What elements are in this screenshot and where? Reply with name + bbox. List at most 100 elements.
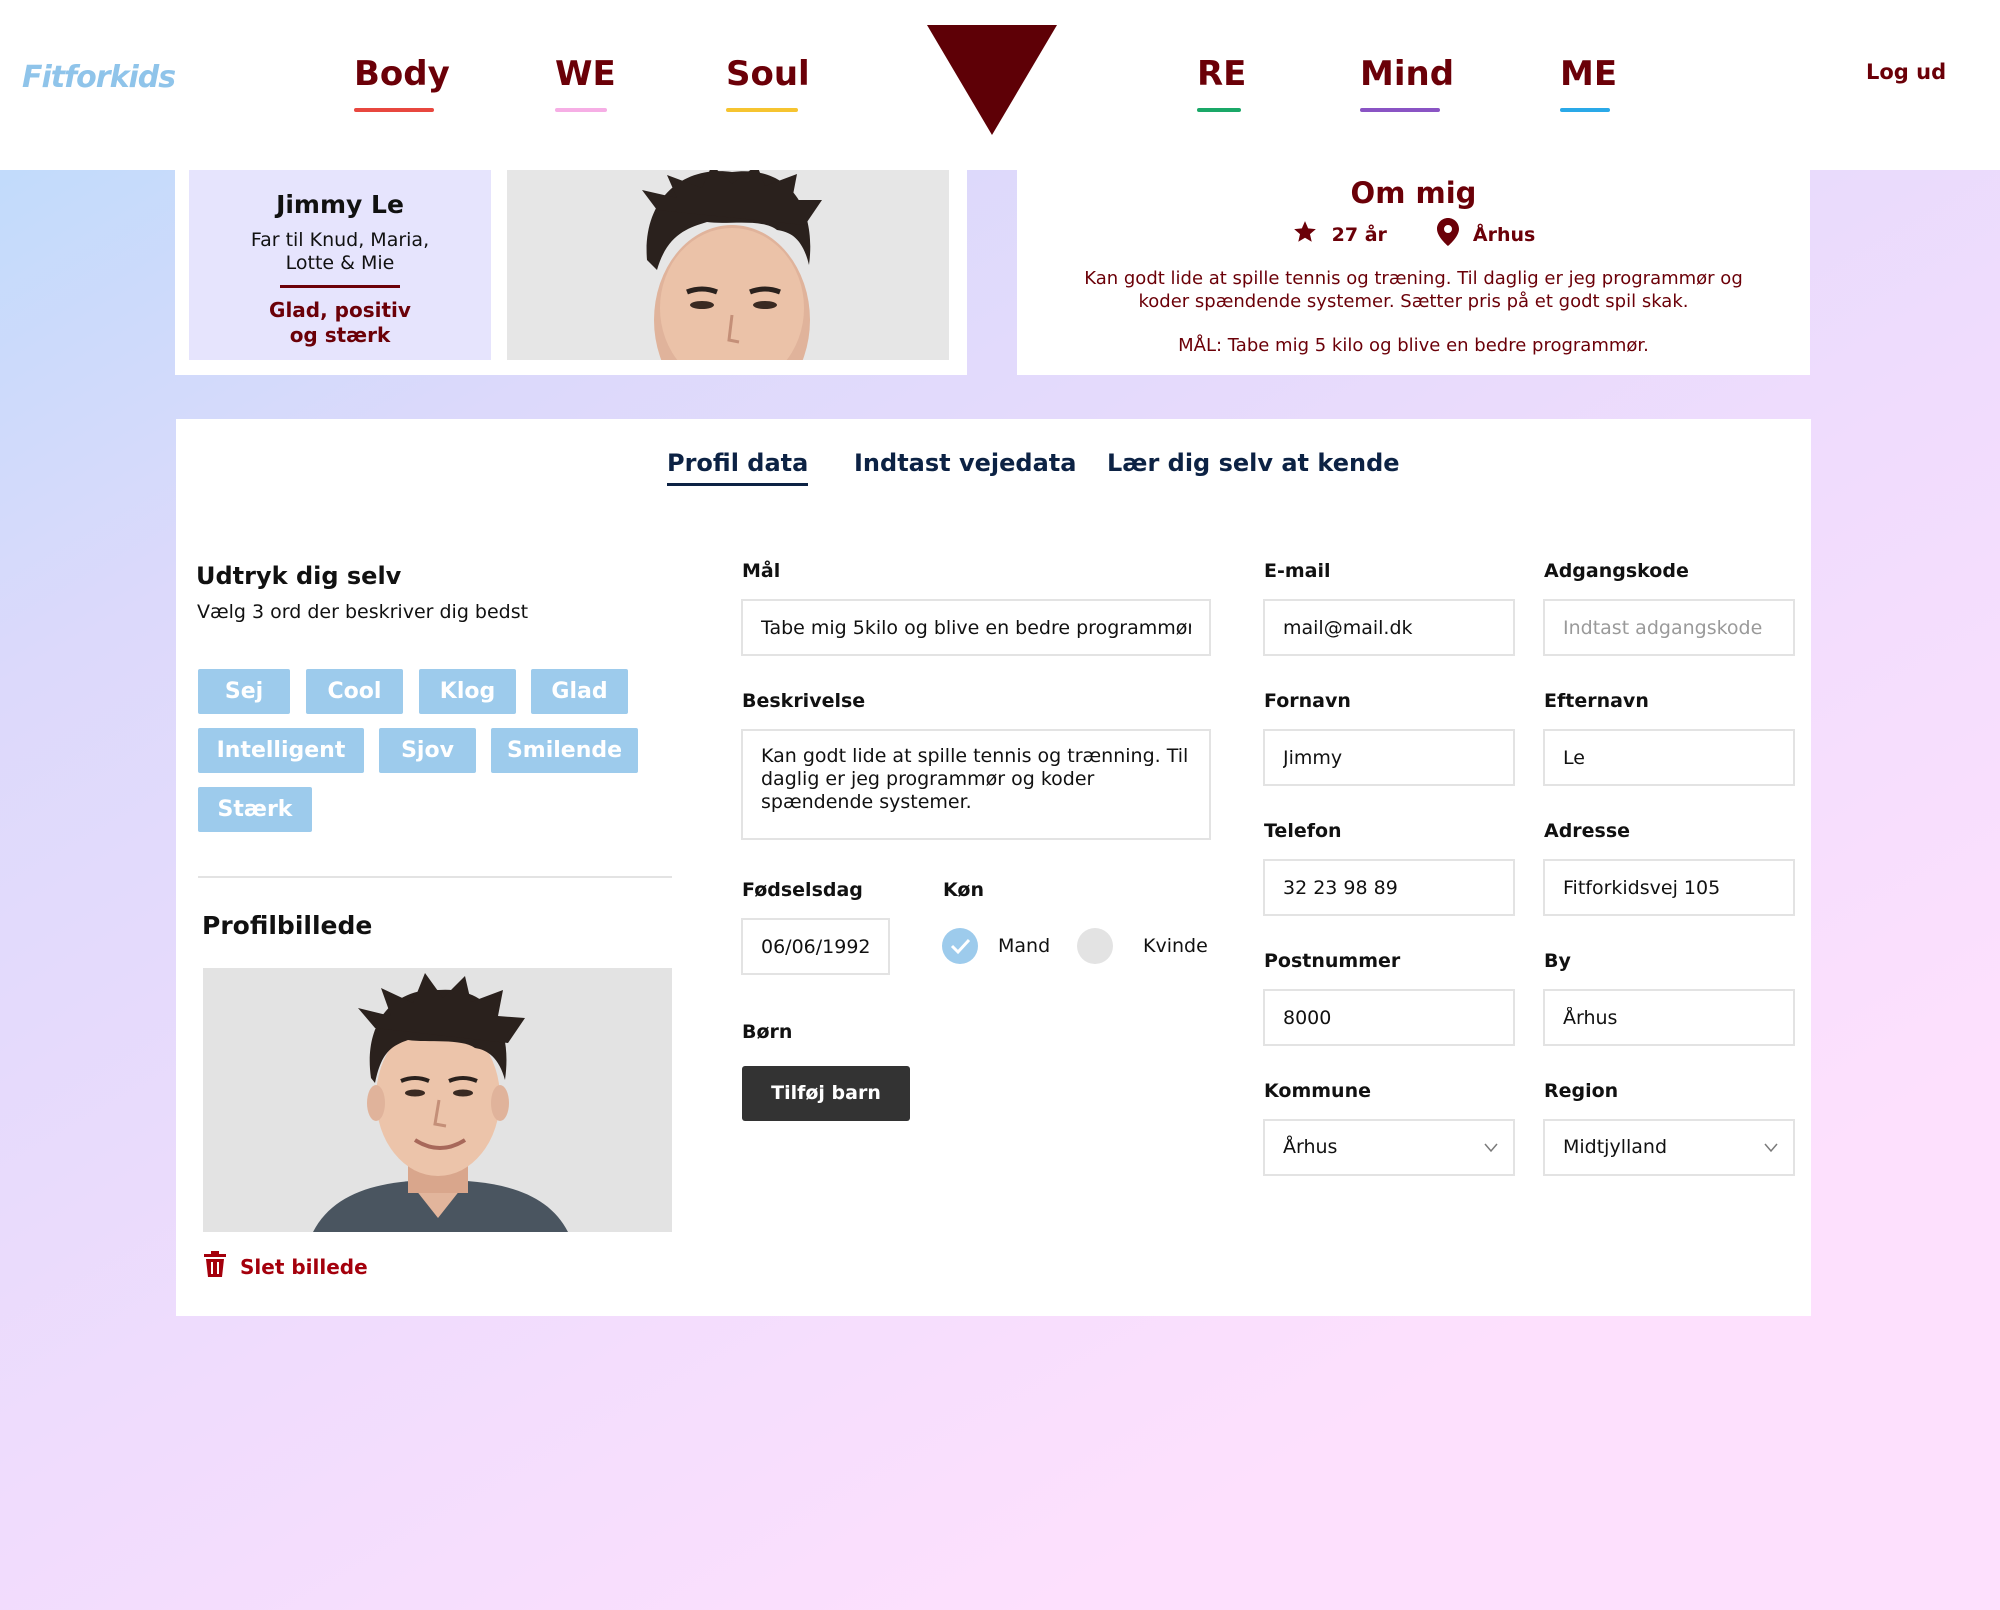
chip-cool[interactable]: Cool: [306, 669, 403, 714]
nav-label: RE: [1197, 54, 1247, 94]
firstname-input[interactable]: [1263, 729, 1515, 786]
center-triangle-logo[interactable]: [927, 25, 1057, 135]
checkmark-icon: [950, 938, 971, 955]
radio-checked[interactable]: [942, 928, 978, 964]
region-select[interactable]: Midtjylland: [1543, 1119, 1795, 1176]
nav-item-re[interactable]: RE: [1197, 52, 1247, 112]
password-input[interactable]: [1543, 599, 1795, 656]
zip-label: Postnummer: [1264, 950, 1401, 972]
divider: [198, 876, 672, 878]
nav-underline: [726, 108, 798, 112]
age-text: 27 år: [1331, 223, 1387, 246]
lastname-input[interactable]: [1543, 729, 1795, 786]
nav-underline: [354, 108, 434, 112]
address-label: Adresse: [1544, 820, 1631, 842]
about-meta: 27 år Århus: [1017, 218, 1810, 251]
nav-label: ME: [1560, 54, 1618, 94]
nav-label: Mind: [1360, 54, 1455, 94]
chip-intelligent[interactable]: Intelligent: [198, 728, 364, 773]
profile-info: Jimmy Le Far til Knud, Maria, Lotte & Mi…: [189, 170, 491, 360]
add-child-button[interactable]: Tilføj barn: [742, 1066, 910, 1121]
gender-radio-male[interactable]: Mand: [942, 928, 1050, 964]
profile-family: Far til Knud, Maria, Lotte & Mie: [250, 229, 430, 274]
description-label: Beskrivelse: [742, 690, 866, 712]
municipality-select[interactable]: Århus: [1263, 1119, 1515, 1176]
tab-profile-data[interactable]: Profil data: [667, 449, 809, 486]
municipality-label: Kommune: [1264, 1080, 1371, 1102]
region-value: Midtjylland: [1563, 1136, 1668, 1158]
nav-underline: [1560, 108, 1610, 112]
nav-underline: [1360, 108, 1440, 112]
region-label: Region: [1544, 1080, 1619, 1102]
profile-picture-title: Profilbillede: [202, 911, 373, 940]
nav-item-me[interactable]: ME: [1560, 52, 1618, 112]
city-text: Århus: [1472, 223, 1536, 246]
express-yourself-subtitle: Vælg 3 ord der beskriver dig bedst: [197, 601, 529, 623]
logout-link[interactable]: Log ud: [1866, 60, 1946, 84]
express-yourself-title: Udtryk dig selv: [196, 562, 402, 590]
birthday-label: Fødselsdag: [742, 879, 863, 901]
chevron-down-icon: [1763, 1121, 1779, 1195]
gender-female-label: Kvinde: [1143, 935, 1208, 957]
about-me-card: Om mig 27 år Århus Kan godt lide at spil…: [1017, 170, 1810, 375]
profile-picture[interactable]: [203, 968, 672, 1232]
nav-label: WE: [555, 54, 616, 94]
email-label: E-mail: [1264, 560, 1331, 582]
fitforkids-logo[interactable]: Fitforkids: [22, 60, 176, 95]
chip-smilende[interactable]: Smilende: [491, 728, 638, 773]
goal-input[interactable]: [741, 599, 1211, 656]
phone-label: Telefon: [1264, 820, 1342, 842]
municipality-value: Århus: [1283, 1136, 1338, 1158]
password-label: Adgangskode: [1544, 560, 1689, 582]
city-input[interactable]: [1543, 989, 1795, 1046]
chip-sjov[interactable]: Sjov: [379, 728, 476, 773]
birthday-input[interactable]: [741, 918, 890, 975]
nav-label: Body: [354, 54, 450, 94]
delete-picture-label: Slet billede: [240, 1254, 368, 1279]
divider: [280, 285, 400, 288]
nav-underline: [1197, 108, 1241, 112]
chip-staerk[interactable]: Stærk: [198, 787, 312, 832]
about-description: Kan godt lide at spille tennis og trænin…: [1084, 268, 1743, 312]
goal-label: Mål: [742, 560, 781, 582]
firstname-label: Fornavn: [1264, 690, 1351, 712]
nav-item-mind[interactable]: Mind: [1360, 52, 1455, 112]
description-textarea[interactable]: Kan godt lide at spille tennis og trænni…: [741, 729, 1211, 840]
gender-male-label: Mand: [998, 935, 1051, 957]
about-goal: MÅL: Tabe mig 5 kilo og blive en bedre p…: [1178, 335, 1649, 356]
location-pin-icon: [1436, 218, 1459, 251]
trash-icon: [204, 1251, 226, 1282]
nav-label: Soul: [726, 54, 810, 94]
phone-input[interactable]: [1263, 859, 1515, 916]
chip-glad[interactable]: Glad: [531, 669, 628, 714]
email-input[interactable]: [1263, 599, 1515, 656]
city-label: By: [1544, 950, 1571, 972]
top-navigation-bar: Fitforkids Body WE Soul RE Mind ME Log u…: [0, 0, 2000, 170]
gender-radio-female[interactable]: Kvinde: [1077, 928, 1208, 964]
chip-sej[interactable]: Sej: [198, 669, 290, 714]
tab-enter-weight-data[interactable]: Indtast vejedata: [854, 449, 1076, 477]
tab-bar: Profil data Indtast vejedata Lær dig sel…: [176, 449, 1811, 509]
profile-photo-header: [507, 170, 949, 360]
location-meta: Århus: [1436, 218, 1536, 251]
delete-picture-button[interactable]: Slet billede: [204, 1251, 368, 1282]
profile-main-panel: Profil data Indtast vejedata Lær dig sel…: [176, 419, 1811, 1316]
about-title: Om mig: [1350, 176, 1477, 210]
radio-unchecked[interactable]: [1077, 928, 1113, 964]
gender-label: Køn: [943, 879, 984, 901]
chip-klog[interactable]: Klog: [419, 669, 516, 714]
lastname-label: Efternavn: [1544, 690, 1649, 712]
star-icon: [1292, 219, 1318, 250]
nav-underline: [555, 108, 607, 112]
tab-know-yourself[interactable]: Lær dig selv at kende: [1107, 449, 1400, 477]
nav-item-body[interactable]: Body: [354, 52, 450, 112]
profile-name: Jimmy Le: [276, 190, 404, 219]
profile-card: Jimmy Le Far til Knud, Maria, Lotte & Mi…: [175, 170, 967, 375]
profile-traits: Glad, positiv og stærk: [269, 298, 411, 347]
address-input[interactable]: [1543, 859, 1795, 916]
chevron-down-icon: [1483, 1121, 1499, 1195]
nav-item-soul[interactable]: Soul: [726, 52, 810, 112]
nav-item-we[interactable]: WE: [555, 52, 616, 112]
zip-input[interactable]: [1263, 989, 1515, 1046]
age-meta: 27 år: [1292, 219, 1387, 250]
